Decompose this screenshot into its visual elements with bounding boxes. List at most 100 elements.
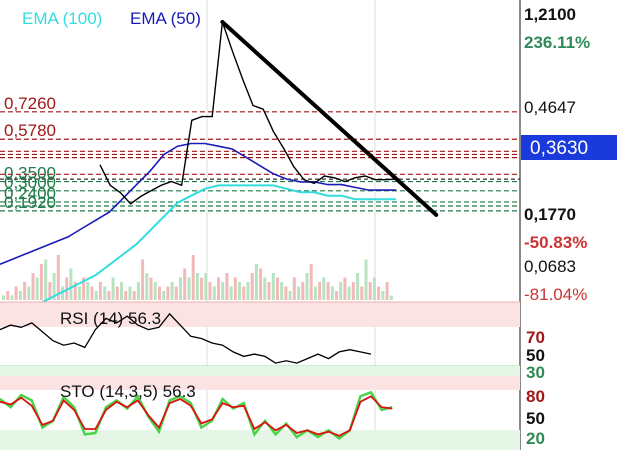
fib-levels: [0, 111, 520, 212]
volume-bar: [364, 259, 368, 300]
sto-level-50: 50: [526, 409, 545, 428]
volume-bar: [35, 277, 39, 300]
volume-bar: [368, 282, 372, 300]
fib-level-label: 0,1920: [4, 193, 56, 212]
volume-bar: [301, 282, 305, 300]
axis-label-low: 0,1770: [524, 205, 576, 224]
volume-bar: [229, 286, 233, 300]
volume-bar: [195, 273, 199, 300]
sto-label: STO (14,3,5) 56.3: [60, 382, 196, 401]
volume-bar: [39, 264, 43, 300]
volume-bar: [343, 277, 347, 300]
volume-bar: [111, 277, 115, 300]
volume-bar: [377, 286, 381, 300]
volume-bar: [212, 286, 216, 300]
volume-bar: [18, 291, 22, 300]
volume-bar: [284, 286, 288, 300]
volume-bar: [309, 264, 313, 300]
volume-bar: [288, 291, 292, 300]
rsi-level-30: 30: [526, 363, 545, 382]
volume-bar: [351, 282, 355, 300]
volume-bar: [94, 291, 98, 300]
volume-bar: [318, 282, 322, 300]
last-price-label: 0,3630: [530, 138, 588, 159]
fib-level-label: 0,5780: [4, 121, 56, 140]
volume-bar: [27, 286, 31, 300]
volume-bar: [263, 277, 267, 300]
price-axis: 1,2100 236.11% 0,4647 0,3630 0,1770 -50.…: [519, 0, 617, 450]
volume-bar: [153, 282, 157, 300]
volume-bar: [259, 268, 263, 300]
volume-bar: [90, 286, 94, 300]
volume-bar: [313, 286, 317, 300]
volume-bar: [187, 277, 191, 300]
volume-bar: [326, 282, 330, 300]
percent-high: 236.11%: [524, 33, 590, 52]
volume-bar: [322, 277, 326, 300]
volume-bar: [335, 291, 338, 300]
volume-bar: [271, 273, 275, 300]
volume-bar: [292, 277, 296, 300]
volume-bar: [14, 286, 18, 300]
volume-bar: [166, 286, 170, 300]
axis-label-top: 1,2100: [524, 5, 576, 24]
volume-bar: [23, 282, 27, 300]
volume-bar: [217, 277, 220, 300]
rsi-level-70: 70: [526, 328, 545, 347]
legend-ema100: EMA (100): [22, 9, 102, 28]
rsi-panel: RSI (14) 56.3 70 50 30: [0, 301, 545, 382]
volume-bar: [179, 277, 182, 300]
volume-bar: [191, 255, 195, 300]
volume-bar: [103, 286, 107, 300]
volume-bar: [69, 268, 73, 300]
volume-bar: [2, 295, 5, 300]
volume-bar: [276, 277, 279, 300]
stock-chart[interactable]: 0,72600,57800,35000,30000,24000,1920 EMA…: [0, 0, 628, 450]
volume-bar: [250, 273, 254, 300]
volume-bar: [297, 286, 301, 300]
volume-bar: [356, 273, 360, 300]
volume-bar: [360, 286, 364, 300]
stochastic-panel: STO (14,3,5) 56.3 80 50 20: [0, 376, 545, 450]
volume-bar: [200, 277, 204, 300]
volume-bar: [225, 273, 229, 300]
sto-oversold-band: [0, 430, 520, 450]
ema50-line: [0, 142, 397, 265]
volume-bar: [233, 277, 237, 300]
volume-bar: [31, 273, 35, 300]
sto-d-line: [0, 395, 393, 437]
volume-bar: [385, 282, 389, 300]
volume-bar: [330, 286, 334, 300]
volume-bar: [120, 282, 123, 300]
volume-bar: [267, 282, 271, 300]
axis-label-mid: 0,4647: [524, 98, 576, 117]
volume-bar: [115, 286, 119, 300]
fib-level-labels: 0,72600,57800,35000,30000,24000,1920: [4, 94, 56, 212]
volume-bar: [242, 286, 246, 300]
volume-bar: [136, 282, 140, 300]
volume-bar: [183, 268, 187, 300]
volume-bar: [389, 295, 393, 300]
volume-bar: [86, 282, 90, 300]
rsi-label: RSI (14) 56.3: [60, 309, 161, 328]
volume-bar: [381, 291, 385, 300]
volume-bar: [77, 286, 81, 300]
sto-level-20: 20: [526, 429, 545, 448]
volume-bar: [208, 282, 212, 300]
volume-bar: [141, 259, 145, 300]
percent-bottom: -81.04%: [524, 285, 587, 304]
axis-label-volume: 0,0683: [524, 257, 576, 276]
volume-bar: [339, 282, 343, 300]
volume-bar: [128, 286, 132, 300]
volume-bar: [162, 291, 166, 300]
volume-bar: [170, 282, 174, 300]
volume-bar: [221, 282, 225, 300]
volume-bar: [149, 277, 153, 300]
volume-bar: [174, 286, 178, 300]
percent-low: -50.83%: [524, 233, 587, 252]
volume-bar: [10, 295, 14, 300]
volume-bar: [124, 291, 128, 300]
volume-bar: [347, 286, 351, 300]
rsi-oversold-band: [0, 366, 520, 376]
sto-level-80: 80: [526, 387, 545, 406]
